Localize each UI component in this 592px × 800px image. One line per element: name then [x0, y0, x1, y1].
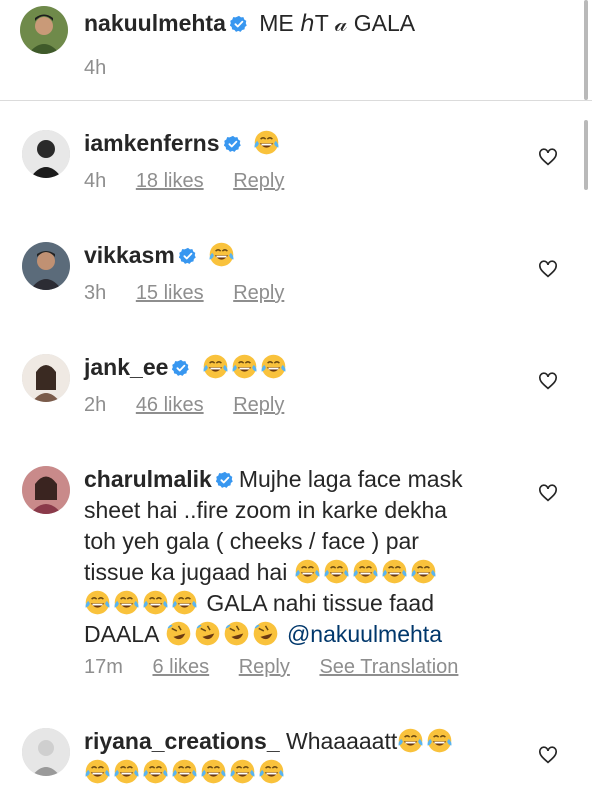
comment-row: riyana_creations_ Whaaaaatt	[84, 726, 524, 788]
comment-text: Whaaaaatt	[286, 728, 398, 754]
likes-link[interactable]: 15 likes	[136, 282, 204, 304]
face-with-tears-of-joy-icon	[84, 758, 111, 785]
verified-badge-icon	[172, 359, 190, 377]
face-with-tears-of-joy-icon	[381, 558, 408, 585]
rolling-on-floor-laughing-icon	[252, 620, 279, 647]
verified-badge-icon	[179, 247, 197, 265]
face-with-tears-of-joy-icon	[253, 129, 280, 156]
verified-badge-icon	[230, 15, 248, 33]
rolling-on-floor-laughing-icon	[165, 620, 192, 647]
timestamp: 4h	[84, 170, 107, 192]
timestamp: 3h	[84, 282, 107, 304]
verified-badge-icon	[216, 471, 234, 489]
rolling-on-floor-laughing-icon	[223, 620, 250, 647]
face-with-tears-of-joy-icon	[202, 353, 229, 380]
like-heart-icon[interactable]	[538, 484, 558, 502]
username[interactable]: iamkenferns	[84, 130, 220, 156]
comment-meta: 4h 18 likes Reply	[84, 170, 308, 193]
timestamp: 4h	[84, 57, 107, 79]
face-with-tears-of-joy-icon	[84, 589, 111, 616]
like-heart-icon[interactable]	[538, 148, 558, 166]
avatar[interactable]	[22, 130, 70, 178]
comment-line: tissue ka jugaad hai	[84, 557, 524, 588]
avatar[interactable]	[20, 6, 68, 54]
see-translation-button[interactable]: See Translation	[319, 656, 458, 678]
likes-link[interactable]: 46 likes	[136, 394, 204, 416]
face-with-tears-of-joy-icon	[410, 558, 437, 585]
reply-button[interactable]: Reply	[233, 170, 284, 192]
mention-link[interactable]: @nakuulmehta	[287, 621, 442, 647]
username[interactable]: jank_ee	[84, 354, 168, 380]
scrollbar[interactable]	[584, 120, 588, 190]
comment-line: sheet hai ..fire zoom in karke dekha	[84, 497, 448, 523]
reply-button[interactable]: Reply	[233, 394, 284, 416]
comment-meta: 17m 6 likes Reply See Translation	[84, 656, 482, 679]
like-heart-icon[interactable]	[538, 260, 558, 278]
face-with-tears-of-joy-icon	[229, 758, 256, 785]
comment-meta: 2h 46 likes Reply	[84, 394, 308, 417]
face-with-tears-of-joy-icon	[208, 241, 235, 268]
avatar[interactable]	[22, 728, 70, 776]
comment-line: riyana_creations_ Whaaaaatt	[84, 726, 524, 757]
verified-badge-icon	[224, 135, 242, 153]
face-with-tears-of-joy-icon	[231, 353, 258, 380]
face-with-tears-of-joy-icon	[142, 758, 169, 785]
face-with-tears-of-joy-icon	[113, 758, 140, 785]
comment-text: Mujhe laga face mask	[238, 466, 463, 492]
comment-meta: 3h 15 likes Reply	[84, 282, 308, 305]
comment-text: GALA nahi tissue faad	[206, 590, 434, 616]
caption-meta: 4h	[84, 57, 130, 80]
comment-row: vikkasm	[84, 240, 524, 271]
face-with-tears-of-joy-icon	[113, 589, 140, 616]
timestamp: 2h	[84, 394, 107, 416]
username[interactable]: riyana_creations_	[84, 728, 280, 754]
username[interactable]: nakuulmehta	[84, 10, 226, 36]
face-with-tears-of-joy-icon	[294, 558, 321, 585]
avatar[interactable]	[22, 242, 70, 290]
reply-button[interactable]: Reply	[233, 282, 284, 304]
face-with-tears-of-joy-icon	[323, 558, 350, 585]
face-with-tears-of-joy-icon	[142, 589, 169, 616]
comment-line: DAALA @nakuulmehta	[84, 619, 524, 650]
face-with-tears-of-joy-icon	[171, 758, 198, 785]
face-with-tears-of-joy-icon	[171, 589, 198, 616]
scrollbar[interactable]	[584, 0, 588, 100]
face-with-tears-of-joy-icon	[352, 558, 379, 585]
caption-text: ME ℎT 𝒶 GALA	[259, 10, 416, 36]
username[interactable]: charulmalik	[84, 466, 212, 492]
rolling-on-floor-laughing-icon	[194, 620, 221, 647]
comment-line: GALA nahi tissue faad	[84, 588, 524, 619]
comment-line: charulmalik Mujhe laga face mask	[84, 464, 524, 495]
avatar[interactable]	[22, 354, 70, 402]
caption-row: nakuulmehta ME ℎT 𝒶 GALA	[84, 8, 524, 39]
comment-row: jank_ee	[84, 352, 524, 383]
comment-line: toh yeh gala ( cheeks / face ) par	[84, 528, 419, 554]
comment-text: tissue ka jugaad hai	[84, 559, 288, 585]
face-with-tears-of-joy-icon	[258, 758, 285, 785]
comment-text: DAALA	[84, 621, 159, 647]
comment-row: charulmalik Mujhe laga face mask sheet ha…	[84, 464, 524, 650]
username[interactable]: vikkasm	[84, 242, 175, 268]
comment-row: iamkenferns	[84, 128, 524, 159]
face-with-tears-of-joy-icon	[397, 727, 424, 754]
likes-link[interactable]: 6 likes	[152, 656, 209, 678]
like-heart-icon[interactable]	[538, 372, 558, 390]
like-heart-icon[interactable]	[538, 746, 558, 764]
post-caption: nakuulmehta ME ℎT 𝒶 GALA 4h	[0, 0, 592, 101]
timestamp: 17m	[84, 656, 123, 678]
face-with-tears-of-joy-icon	[426, 727, 453, 754]
reply-button[interactable]: Reply	[239, 656, 290, 678]
likes-link[interactable]: 18 likes	[136, 170, 204, 192]
avatar[interactable]	[22, 466, 70, 514]
face-with-tears-of-joy-icon	[260, 353, 287, 380]
comment-line	[84, 757, 524, 788]
face-with-tears-of-joy-icon	[200, 758, 227, 785]
